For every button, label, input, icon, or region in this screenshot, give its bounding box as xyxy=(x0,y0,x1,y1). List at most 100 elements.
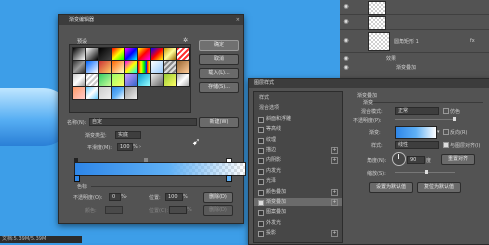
opacity-input[interactable]: 0 xyxy=(109,193,121,201)
gradient-preset-swatch[interactable] xyxy=(124,73,138,87)
eye-icon[interactable]: ◉ xyxy=(342,18,350,25)
style-list-item[interactable]: 内发光 xyxy=(254,167,342,175)
ok-button[interactable]: 确定 xyxy=(199,40,239,51)
cancel-button[interactable]: 取消 xyxy=(199,54,239,65)
add-style-icon[interactable]: + xyxy=(331,157,338,165)
style-list-item[interactable]: 样式 xyxy=(254,94,342,102)
opacity-slider-handle[interactable] xyxy=(453,117,456,121)
gradient-preset-swatch[interactable] xyxy=(85,47,99,61)
style-list-item[interactable]: 描边 + xyxy=(254,146,342,154)
gradient-preset-swatch[interactable] xyxy=(98,47,112,61)
gradient-preview[interactable] xyxy=(395,126,437,139)
style-select[interactable]: 线性 xyxy=(395,141,439,149)
gradient-preset-swatch[interactable] xyxy=(98,86,112,100)
set-default-button[interactable]: 设置为默认值 xyxy=(369,182,413,193)
opacity-slider-track[interactable] xyxy=(395,119,455,120)
chevron-down-icon[interactable]: ▾ xyxy=(437,129,440,135)
style-list-item[interactable]: 外发光 xyxy=(254,219,342,227)
smoothness-input[interactable]: 100 xyxy=(117,143,133,151)
gradient-preset-swatch[interactable] xyxy=(72,86,86,100)
gradient-preset-swatch[interactable] xyxy=(85,60,99,74)
gradient-preset-swatch[interactable] xyxy=(111,47,125,61)
style-checkbox[interactable] xyxy=(258,148,264,154)
angle-dial[interactable] xyxy=(392,152,406,166)
gradient-bar[interactable] xyxy=(74,162,246,176)
reset-align-button[interactable]: 重置对齐 xyxy=(441,154,475,165)
gradient-preset-swatch[interactable] xyxy=(85,86,99,100)
gradient-preset-swatch[interactable] xyxy=(98,73,112,87)
location-input[interactable]: 100 xyxy=(165,193,183,201)
color-stop-right[interactable] xyxy=(226,175,232,182)
gradient-preset-swatch[interactable] xyxy=(176,47,190,61)
dither-checkbox[interactable] xyxy=(443,108,449,114)
layer-row-top[interactable]: ◉ xyxy=(340,0,489,15)
align-checkbox[interactable] xyxy=(443,142,449,148)
delete-opacity-stop-button[interactable]: 删除(D) xyxy=(203,192,233,203)
delete-color-stop-button[interactable]: 删除(D) xyxy=(203,205,233,216)
style-checkbox[interactable] xyxy=(258,116,264,123)
gradient-preset-swatch[interactable] xyxy=(163,73,177,87)
reset-default-button[interactable]: 复位为默认值 xyxy=(417,182,461,193)
effect-gradient-overlay[interactable]: 渐变叠加 xyxy=(396,64,416,71)
gradient-preset-swatch[interactable] xyxy=(72,60,86,74)
eye-icon[interactable]: ◉ xyxy=(342,37,350,44)
gradient-preset-swatch[interactable] xyxy=(163,47,177,61)
gradient-preset-swatch[interactable] xyxy=(124,86,138,100)
gradient-preset-swatch[interactable] xyxy=(163,60,177,74)
load-button[interactable]: 载入(L)... xyxy=(199,68,239,79)
style-list-item[interactable]: 等高线 xyxy=(254,125,342,134)
fx-icon[interactable]: fx xyxy=(470,38,475,44)
gradient-preset-swatch[interactable] xyxy=(137,60,151,74)
style-checkbox[interactable] xyxy=(258,158,264,165)
gradient-preset-swatch[interactable] xyxy=(137,73,151,87)
gradient-preset-swatch[interactable] xyxy=(72,47,86,61)
color-location-input[interactable] xyxy=(169,206,187,214)
style-checkbox[interactable] xyxy=(258,189,264,196)
style-checkbox[interactable] xyxy=(258,179,264,186)
gradient-preset-swatch[interactable] xyxy=(124,47,138,61)
angle-input[interactable]: 90 xyxy=(407,156,425,164)
gradient-preset-swatch[interactable] xyxy=(111,73,125,87)
add-style-icon[interactable]: + xyxy=(331,188,338,196)
style-list-item[interactable]: 混合选项 xyxy=(254,104,342,112)
gradient-preset-swatch[interactable] xyxy=(150,73,164,87)
style-checkbox[interactable] xyxy=(258,168,264,175)
chevron-right-icon[interactable]: › xyxy=(139,144,141,150)
reverse-checkbox[interactable] xyxy=(443,129,449,135)
style-checkbox[interactable] xyxy=(258,210,264,217)
blend-mode-select[interactable]: 正常 xyxy=(395,107,439,115)
save-button[interactable]: 存储(S)... xyxy=(199,82,239,93)
style-checkbox[interactable] xyxy=(258,231,264,238)
style-list-item[interactable]: 渐变叠加 + xyxy=(254,198,342,206)
gradient-type-select[interactable]: 实底 xyxy=(115,131,141,139)
style-checkbox[interactable] xyxy=(258,137,264,144)
gradient-preset-swatch[interactable] xyxy=(150,60,164,74)
close-icon[interactable]: × xyxy=(236,15,240,25)
layer-row-second[interactable]: ◉ xyxy=(340,15,489,30)
name-input[interactable]: 自定 xyxy=(89,118,197,126)
gradient-preset-swatch[interactable] xyxy=(176,73,190,87)
gradient-preset-swatch[interactable] xyxy=(150,47,164,61)
eye-icon[interactable]: ◉ xyxy=(342,3,350,10)
style-list-item[interactable]: 颜色叠加 + xyxy=(254,188,342,196)
layer-row-rounded-rect[interactable]: ◉ 圆角矩形 1 fx xyxy=(340,30,489,53)
gradient-preset-swatch[interactable] xyxy=(72,73,86,87)
gradient-preset-swatch[interactable] xyxy=(98,60,112,74)
style-checkbox[interactable] xyxy=(258,200,264,206)
style-list-item[interactable]: 图案叠加 xyxy=(254,208,342,217)
color-swatch[interactable] xyxy=(105,206,123,214)
add-style-icon[interactable]: + xyxy=(331,199,338,206)
scale-slider-handle[interactable] xyxy=(425,170,428,174)
add-style-icon[interactable]: + xyxy=(331,147,338,154)
eye-icon[interactable]: ◉ xyxy=(342,64,350,71)
gradient-preset-swatch[interactable] xyxy=(111,86,125,100)
gradient-preset-swatch[interactable] xyxy=(111,60,125,74)
eye-icon[interactable]: ◉ xyxy=(342,55,350,62)
style-list-item[interactable]: 内阴影 + xyxy=(254,156,342,165)
new-button[interactable]: 新建(W) xyxy=(199,117,239,128)
style-list-item[interactable]: 纹理 xyxy=(254,136,342,144)
chevron-right-icon[interactable]: › xyxy=(125,194,127,200)
style-checkbox[interactable] xyxy=(258,220,264,227)
style-list-item[interactable]: 投影 + xyxy=(254,229,342,238)
gradient-preset-swatch[interactable] xyxy=(124,60,138,74)
